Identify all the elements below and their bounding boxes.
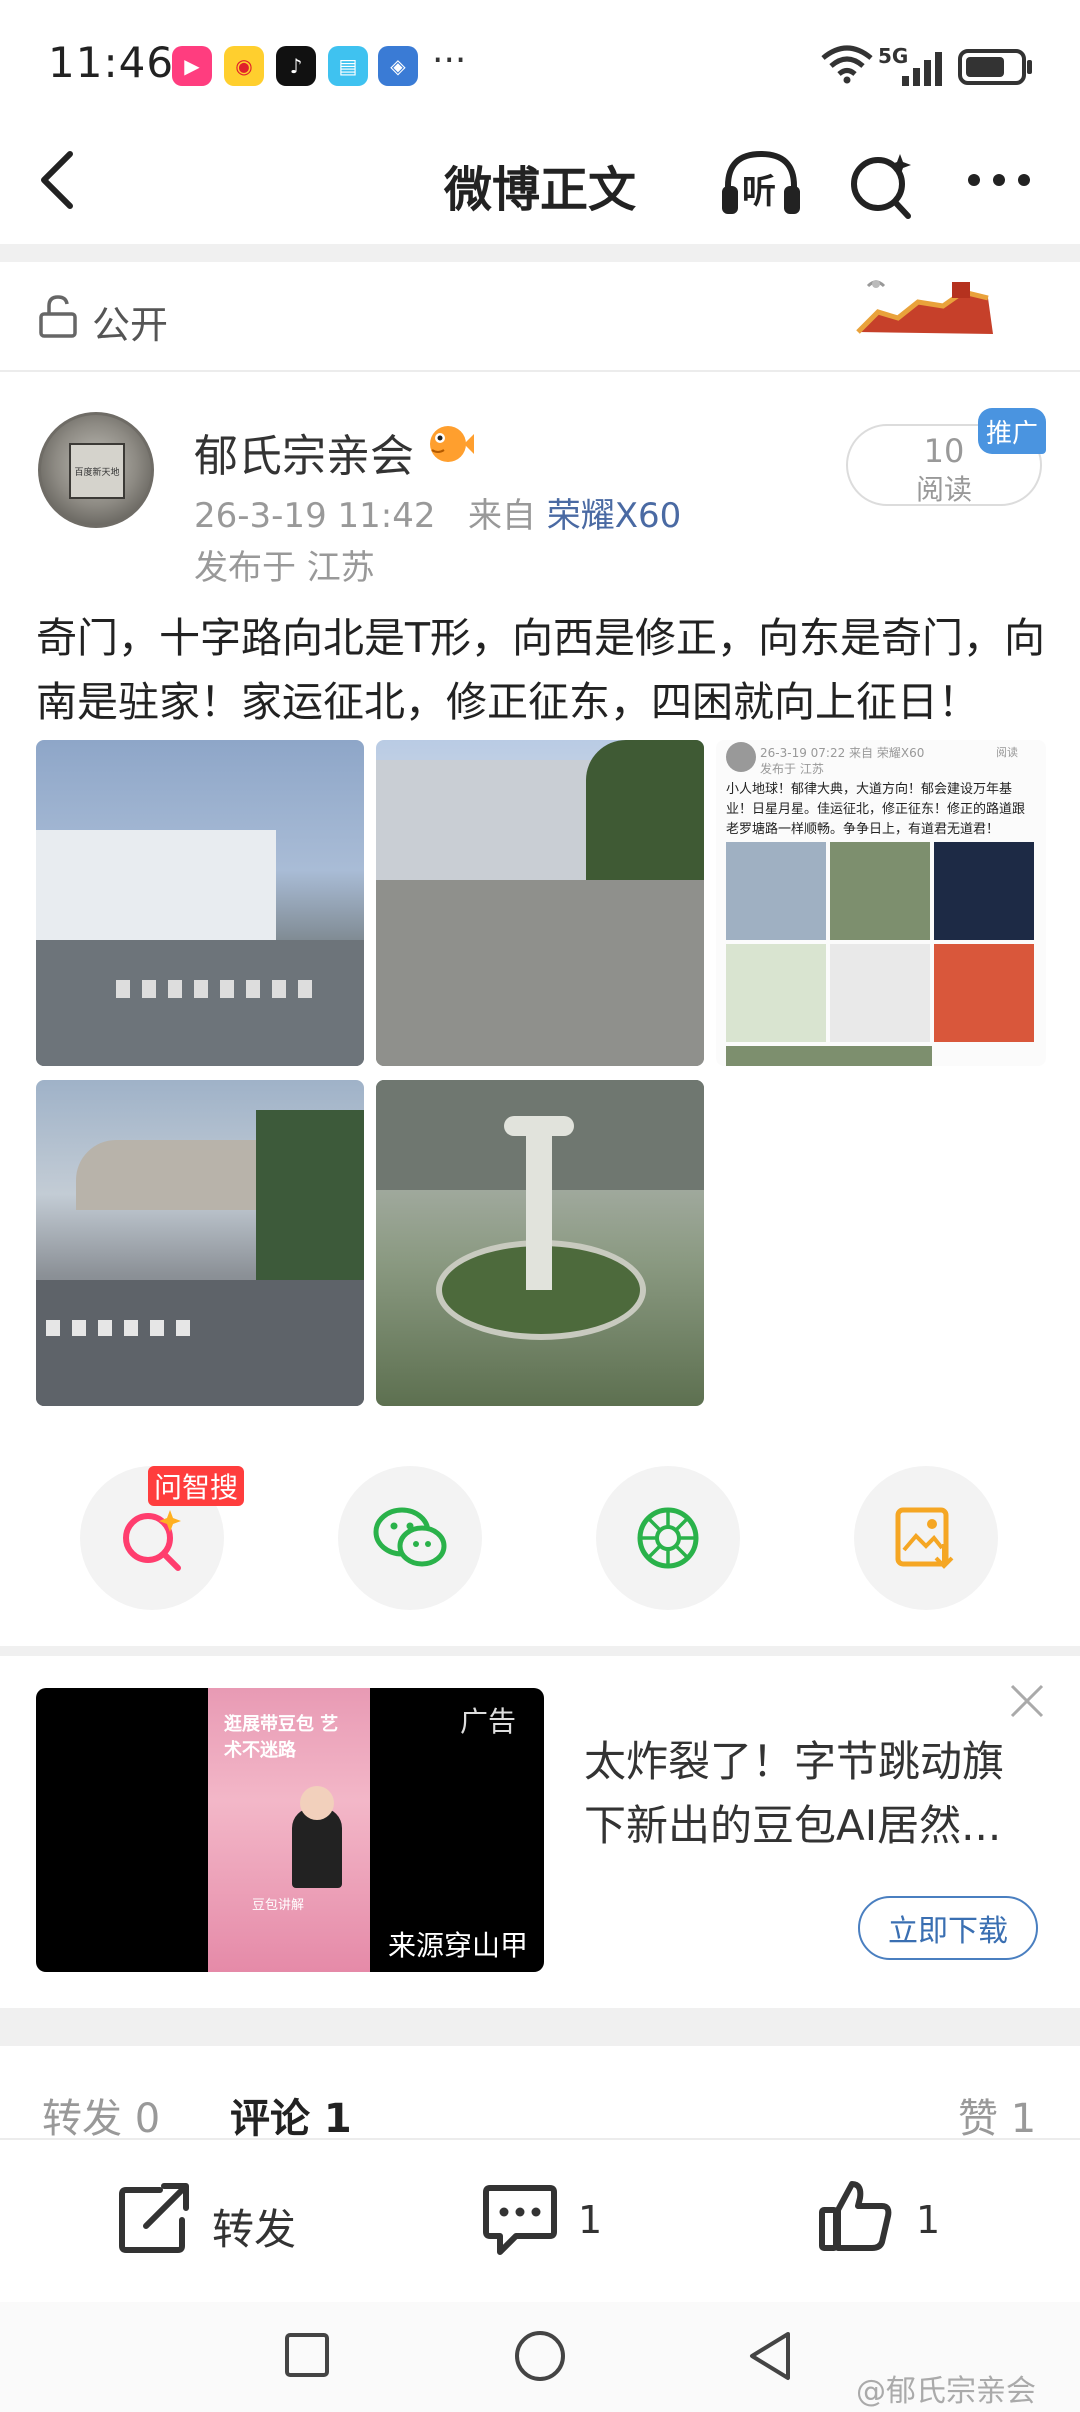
photo-3-read: 阅读 (996, 746, 1018, 759)
photo-3-thumb-2 (830, 842, 930, 940)
post-date: 26-3-19 11:42 (194, 496, 436, 536)
video-app-icon: ▶ (172, 46, 212, 86)
author-avatar[interactable]: 百度新天地 (38, 412, 154, 528)
status-more-icon: ··· (432, 40, 467, 81)
post-location: 发布于 江苏 (194, 548, 375, 588)
photo-2-building (376, 760, 606, 880)
ad-tag: 广告 (460, 1705, 517, 1738)
read-label: 阅读 (915, 473, 972, 506)
battery-icon (958, 49, 1032, 85)
pufferfish-badge-icon (430, 426, 474, 462)
photo-3-screenshot[interactable]: 26-3-19 07:22 来自 荣耀X60 发布于 江苏 阅读 小人地球！郁律… (716, 740, 1046, 1066)
save-image-icon (895, 1507, 954, 1569)
header-divider (0, 244, 1080, 262)
photo-5-monument-top (504, 1116, 574, 1136)
actions-divider (0, 1646, 1080, 1656)
tiktok-app-icon: ♪ (276, 46, 316, 86)
listen-label: 听 (742, 172, 776, 212)
wifi-icon (821, 45, 873, 84)
close-icon[interactable] (1006, 1680, 1048, 1722)
great-wall-decoration (856, 280, 993, 334)
ad-poster-caption: 豆包讲解 (252, 1898, 305, 1913)
back-nav-icon[interactable] (744, 2328, 796, 2384)
promo-badge: 推广 (978, 408, 1046, 454)
author-name[interactable]: 郁氏宗亲会 (194, 420, 414, 484)
photo-3-thumb-3 (934, 842, 1034, 940)
ad-source: 来源穿山甲 (388, 1929, 529, 1962)
ask-badge: 问智搜 (148, 1466, 244, 1506)
photo-3-meta: 26-3-19 07:22 来自 荣耀X60 (760, 746, 925, 760)
ad-image[interactable]: 逛展带豆包 艺术不迷路 豆包讲解 广告 来源穿山甲 (36, 1688, 544, 1972)
ad-poster: 逛展带豆包 艺术不迷路 豆包讲解 (208, 1688, 370, 1972)
comment-count[interactable]: 1 (578, 2198, 602, 2242)
home-nav-icon[interactable] (512, 2328, 568, 2384)
photo-3-text: 小人地球！郁律大典，大道方向！郁会建设万年基业！日星月星。佳运征北，修正征东！修… (726, 782, 1026, 837)
visibility-label: 公开 (92, 303, 169, 347)
ad-title[interactable]: 太炸裂了！字节跳动旗下新出的豆包AI居然... (584, 1730, 1044, 1858)
status-time: 11:46 (48, 38, 175, 87)
tab-like[interactable]: 赞 1 (958, 2086, 1036, 2144)
shield-app-icon: ◈ (378, 46, 418, 86)
book-app-icon: ▤ (328, 46, 368, 86)
photo-4-road (36, 1280, 364, 1406)
smart-search-action-icon (123, 1510, 181, 1571)
more-options-icon[interactable] (964, 170, 1034, 190)
tab-comment[interactable]: 评论 1 (230, 2086, 352, 2144)
like-count[interactable]: 1 (916, 2198, 940, 2242)
ad-poster-person (292, 1808, 342, 1888)
photo-2-road (376, 880, 704, 1066)
comment-icon[interactable] (480, 2180, 560, 2260)
unlock-icon (39, 295, 77, 338)
post-meta: 26-3-19 11:42 来自 荣耀X60 (194, 488, 681, 537)
watermark: @郁氏宗亲会 (856, 2374, 1036, 2409)
photo-3-location: 发布于 江苏 (760, 762, 824, 776)
visibility-divider (0, 370, 1080, 372)
photo-3-thumb-1 (726, 842, 826, 940)
listen-icon[interactable]: 听 (716, 146, 806, 222)
photo-3-thumb-6 (934, 944, 1034, 1042)
save-image-action[interactable] (854, 1466, 998, 1610)
moments-share-action[interactable] (596, 1466, 740, 1610)
photo-1-road (36, 940, 364, 1066)
photo-3-avatar (726, 742, 756, 772)
photo-4-trees (256, 1110, 364, 1300)
moments-icon (637, 1507, 699, 1569)
post-source-prefix: 来自 (467, 496, 536, 536)
smart-search-icon[interactable] (846, 146, 916, 222)
photo-1[interactable] (36, 740, 364, 1066)
photo-5-monument (526, 1120, 552, 1290)
signal-icon (902, 52, 942, 86)
weibo-app-icon: ◉ (224, 46, 264, 86)
photo-1-crosswalk (116, 980, 316, 998)
page-title: 微博正文 (443, 162, 636, 218)
repost-button-label[interactable]: 转发 (212, 2196, 296, 2257)
ad-poster-headline: 逛展带豆包 艺术不迷路 (224, 1714, 339, 1761)
ad-poster-face (300, 1786, 334, 1820)
photo-5[interactable] (376, 1080, 704, 1406)
recents-nav-icon[interactable] (282, 2330, 332, 2380)
wechat-icon (373, 1507, 447, 1567)
ad-divider (0, 2008, 1080, 2046)
photo-2[interactable] (376, 740, 704, 1066)
status-bar: 11:46 ▶ ◉ ♪ ▤ ◈ ··· 5G (0, 0, 1080, 130)
like-icon[interactable] (816, 2176, 896, 2256)
post-text: 奇门，十字路向北是T形，向西是修正，向东是奇门，向南是驻家！家运征北，修正征东，… (36, 614, 1046, 726)
photo-1-building (36, 830, 276, 940)
download-button[interactable]: 立即下载 (858, 1896, 1038, 1960)
avatar-text: 百度新天地 (69, 443, 125, 499)
repost-icon[interactable] (116, 2180, 192, 2256)
post-device[interactable]: 荣耀X60 (547, 496, 682, 536)
photo-3-thumb-5 (830, 944, 930, 1042)
tab-repost[interactable]: 转发 0 (42, 2086, 160, 2144)
photo-4[interactable] (36, 1080, 364, 1406)
photo-4-crosswalk (46, 1320, 196, 1336)
photo-3-thumb-4 (726, 944, 826, 1042)
wechat-share-action[interactable] (338, 1466, 482, 1610)
photo-3-thumb-row (726, 1046, 932, 1066)
